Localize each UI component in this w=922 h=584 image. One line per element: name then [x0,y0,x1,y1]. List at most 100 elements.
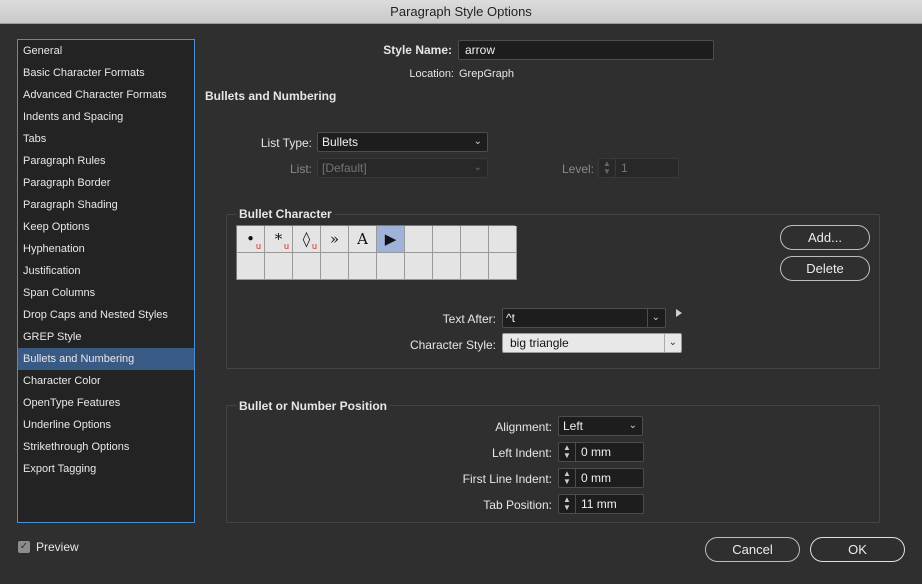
location-label: Location: [409,68,454,80]
sidebar-item-paragraph-rules[interactable]: Paragraph Rules [18,150,194,172]
bullet-glyph-cell[interactable] [461,253,489,280]
bullet-glyph-cell[interactable] [489,226,517,253]
sidebar-item-bullets-and-numbering[interactable]: Bullets and Numbering [18,348,194,370]
sidebar-item-hyphenation[interactable]: Hyphenation [18,238,194,260]
sidebar-item-grep-style[interactable]: GREP Style [18,326,194,348]
bullet-glyph: » [329,230,340,248]
level-stepper[interactable]: ▲ ▼ 1 [598,158,679,178]
stepper-arrows-icon[interactable]: ▲ ▼ [559,495,576,513]
bullet-glyph-cell[interactable] [489,253,517,280]
first-line-indent-label: First Line Indent: [462,472,552,486]
style-name-label: Style Name: [383,43,452,57]
chevron-down-icon[interactable]: ⌄ [646,309,660,327]
bullet-glyph-cell[interactable] [461,226,489,253]
preview-label: Preview [36,540,79,554]
bullet-glyph-cell[interactable]: * u [265,226,293,253]
alignment-dropdown[interactable]: Left ⌄ [558,416,643,436]
sidebar-item-keep-options[interactable]: Keep Options [18,216,194,238]
list-type-value: Bullets [322,135,359,149]
style-name-input[interactable]: arrow [458,40,714,60]
sidebar-item-drop-caps-and-nested-styles[interactable]: Drop Caps and Nested Styles [18,304,194,326]
bullet-glyph-cell[interactable] [433,253,461,280]
sidebar-item-character-color[interactable]: Character Color [18,370,194,392]
bullet-glyph: ▶ [384,230,397,248]
character-style-dropdown[interactable]: big triangle ⌄ [502,333,682,353]
sidebar-item-underline-options[interactable]: Underline Options [18,414,194,436]
sidebar-item-strikethrough-options[interactable]: Strikethrough Options [18,436,194,458]
sidebar-item-opentype-features[interactable]: OpenType Features [18,392,194,414]
bullet-glyph-cell[interactable]: A [349,226,377,253]
preview-checkbox[interactable]: ✓ [18,541,30,553]
bullet-glyph-cell[interactable] [321,253,349,280]
first-line-indent-value[interactable]: 0 mm [581,469,611,487]
left-indent-stepper[interactable]: ▲ ▼ 0 mm [558,442,644,462]
text-after-label: Text After: [442,312,496,326]
window-title: Paragraph Style Options [0,0,922,24]
character-style-value: big triangle [510,336,569,350]
chevron-down-icon: ⌄ [473,162,482,173]
bullet-glyph-cell[interactable]: » [321,226,349,253]
chevron-down-icon: ⌄ [473,136,482,147]
sidebar-item-tabs[interactable]: Tabs [18,128,194,150]
alignment-label: Alignment: [495,420,552,434]
text-after-combobox[interactable]: ^t ⌄ [502,308,666,328]
section-title: Bullets and Numbering [205,89,337,103]
bullet-glyph-cell[interactable] [405,226,433,253]
bullet-glyph-grid[interactable]: • u * u ◊ u» A ▶ [236,225,517,280]
sidebar-item-export-tagging[interactable]: Export Tagging [18,458,194,480]
left-indent-label: Left Indent: [491,446,552,460]
bullet-glyph-cell[interactable]: • u [237,226,265,253]
list-value: [Default] [322,161,367,175]
ok-button[interactable]: OK [810,537,905,562]
sidebar-item-basic-character-formats[interactable]: Basic Character Formats [18,62,194,84]
bullet-glyph-cell[interactable] [433,226,461,253]
sidebar-item-span-columns[interactable]: Span Columns [18,282,194,304]
bullet-glyph-cell[interactable] [377,253,405,280]
level-label: Level: [561,162,594,176]
sidebar-item-advanced-character-formats[interactable]: Advanced Character Formats [18,84,194,106]
bullet-glyph: A [357,230,368,248]
bullet-glyph: * [274,230,283,248]
bullet-glyph-cell[interactable] [405,253,433,280]
tab-position-value[interactable]: 11 mm [581,495,617,513]
bullet-glyph-cell[interactable] [349,253,377,280]
bullet-glyph-cell[interactable] [265,253,293,280]
sidebar-item-paragraph-border[interactable]: Paragraph Border [18,172,194,194]
delete-button[interactable]: Delete [780,256,870,281]
cancel-button[interactable]: Cancel [705,537,800,562]
tab-position-stepper[interactable]: ▲ ▼ 11 mm [558,494,644,514]
checkmark-icon: ✓ [19,541,29,552]
bullet-glyph: • [246,230,255,248]
unicode-marker: u [311,241,317,251]
bullet-glyph-cell[interactable] [237,253,265,280]
left-indent-value[interactable]: 0 mm [581,443,611,461]
unicode-marker: u [255,241,261,251]
alignment-value: Left [563,419,584,433]
bullet-glyph-cell[interactable] [293,253,321,280]
chevron-down-icon: ⌄ [628,420,637,431]
first-line-indent-stepper[interactable]: ▲ ▼ 0 mm [558,468,644,488]
tab-position-label: Tab Position: [483,498,552,512]
location-value: GrepGraph [459,68,515,80]
sidebar-item-justification[interactable]: Justification [18,260,194,282]
sidebar-item-paragraph-shading[interactable]: Paragraph Shading [18,194,194,216]
unicode-marker: u [283,241,289,251]
sidebar-item-general[interactable]: General [18,40,194,62]
bullet-glyph-cell[interactable]: ▶ [377,226,405,253]
list-dropdown[interactable]: [Default] ⌄ [317,158,488,178]
bullet-glyph: ◊ [302,230,311,248]
special-characters-menu-icon[interactable] [676,309,682,317]
stepper-arrows-icon[interactable]: ▲ ▼ [559,469,576,487]
list-label: List: [289,162,312,176]
bullet-character-title: Bullet Character [236,207,335,221]
bullet-position-group [226,405,880,523]
category-list[interactable]: General Basic Character Formats Advanced C… [17,39,195,523]
character-style-label: Character Style: [409,338,496,352]
add-button[interactable]: Add... [780,225,870,250]
stepper-arrows-icon[interactable]: ▲ ▼ [559,443,576,461]
list-type-dropdown[interactable]: Bullets ⌄ [317,132,488,152]
bullet-glyph-cell[interactable]: ◊ u [293,226,321,253]
list-type-label: List Type: [260,136,312,150]
sidebar-item-indents-and-spacing[interactable]: Indents and Spacing [18,106,194,128]
stepper-arrows-icon[interactable]: ▲ ▼ [599,159,616,177]
